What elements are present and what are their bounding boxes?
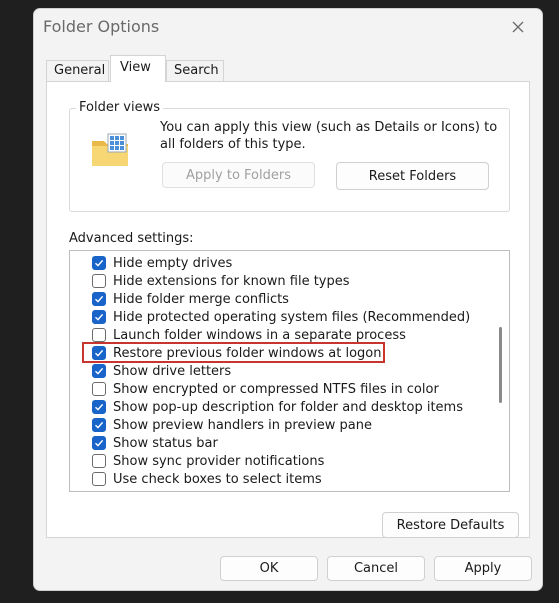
checkmark-icon: [95, 295, 104, 303]
checkmark-icon: [95, 349, 104, 357]
advanced-setting-item[interactable]: Show pop-up description for folder and d…: [92, 398, 463, 416]
advanced-setting-label: Show status bar: [113, 435, 218, 451]
checkbox-checked[interactable]: [92, 310, 106, 324]
checkbox-checked[interactable]: [92, 256, 106, 270]
checkmark-icon: [95, 367, 104, 375]
advanced-setting-label: Show encrypted or compressed NTFS files …: [113, 381, 439, 397]
folder-views-description: You can apply this view (such as Details…: [160, 120, 498, 152]
title-bar: Folder Options: [34, 9, 542, 45]
checkbox-unchecked[interactable]: [92, 274, 106, 288]
checkmark-icon: [95, 403, 104, 411]
checkbox-checked[interactable]: [92, 346, 106, 360]
checkbox-unchecked[interactable]: [92, 472, 106, 486]
checkmark-icon: [95, 439, 104, 447]
advanced-setting-item[interactable]: Show encrypted or compressed NTFS files …: [92, 380, 439, 398]
checkbox-checked[interactable]: [92, 400, 106, 414]
folder-views-icon: [92, 133, 128, 166]
restore-defaults-button[interactable]: Restore Defaults: [382, 512, 519, 538]
folder-options-dialog: Folder Options General View Search Folde…: [33, 8, 543, 591]
checkbox-unchecked[interactable]: [92, 382, 106, 396]
advanced-setting-item[interactable]: Show drive letters: [92, 362, 231, 380]
checkbox-checked[interactable]: [92, 436, 106, 450]
window-title: Folder Options: [43, 17, 160, 36]
checkbox-unchecked[interactable]: [92, 454, 106, 468]
advanced-setting-label: Show drive letters: [113, 363, 232, 379]
advanced-setting-label: Show preview handlers in preview pane: [113, 417, 372, 433]
apply-to-folders-button[interactable]: Apply to Folders: [162, 162, 315, 188]
advanced-setting-item[interactable]: Show preview handlers in preview pane: [92, 416, 372, 434]
advanced-setting-label: Show pop-up description for folder and d…: [113, 399, 463, 415]
scrollbar-thumb[interactable]: [499, 327, 502, 403]
advanced-setting-label: Hide extensions for known file types: [113, 273, 350, 289]
folder-views-group: Folder views You can apply this view (su…: [69, 100, 510, 212]
advanced-setting-label: Launch folder windows in a separate proc…: [113, 327, 406, 343]
advanced-setting-item[interactable]: Hide folder merge conflicts: [92, 290, 289, 308]
advanced-setting-item[interactable]: Restore previous folder windows at logon: [92, 344, 381, 362]
view-tab-panel: Folder views You can apply this view (su…: [46, 81, 530, 538]
advanced-settings-label: Advanced settings:: [69, 231, 194, 246]
advanced-setting-item[interactable]: Hide protected operating system files (R…: [92, 308, 470, 326]
advanced-setting-item[interactable]: Hide extensions for known file types: [92, 272, 350, 290]
list-scrollbar[interactable]: [491, 251, 509, 491]
advanced-setting-label: Use check boxes to select items: [113, 471, 322, 487]
close-icon: [512, 21, 524, 33]
folder-views-title: Folder views: [76, 100, 164, 115]
checkbox-unchecked[interactable]: [92, 328, 106, 342]
reset-folders-button[interactable]: Reset Folders: [336, 162, 489, 190]
tab-view[interactable]: View: [110, 55, 166, 82]
checkbox-checked[interactable]: [92, 292, 106, 306]
advanced-setting-item[interactable]: Hide empty drives: [92, 254, 232, 272]
advanced-setting-item[interactable]: Show status bar: [92, 434, 218, 452]
close-button[interactable]: [506, 15, 530, 39]
advanced-setting-item[interactable]: Launch folder windows in a separate proc…: [92, 326, 406, 344]
checkbox-checked[interactable]: [92, 418, 106, 432]
advanced-setting-item[interactable]: Use check boxes to select items: [92, 470, 322, 488]
advanced-setting-label: Hide empty drives: [113, 255, 233, 271]
ok-button[interactable]: OK: [220, 556, 318, 581]
checkbox-checked[interactable]: [92, 364, 106, 378]
cancel-button[interactable]: Cancel: [327, 556, 425, 581]
advanced-setting-label: Hide protected operating system files (R…: [113, 309, 471, 325]
advanced-setting-label: Hide folder merge conflicts: [113, 291, 289, 307]
tab-general[interactable]: General: [46, 60, 109, 81]
checkmark-icon: [95, 259, 104, 267]
advanced-setting-label: Show sync provider notifications: [113, 453, 325, 469]
advanced-settings-list[interactable]: Hide empty drives Hide extensions for kno…: [69, 250, 510, 492]
checkmark-icon: [95, 313, 104, 321]
apply-button[interactable]: Apply: [434, 556, 532, 581]
advanced-setting-item[interactable]: Show sync provider notifications: [92, 452, 324, 470]
advanced-setting-label: Restore previous folder windows at logon: [113, 345, 382, 361]
checkmark-icon: [95, 421, 104, 429]
tab-search[interactable]: Search: [166, 60, 224, 81]
